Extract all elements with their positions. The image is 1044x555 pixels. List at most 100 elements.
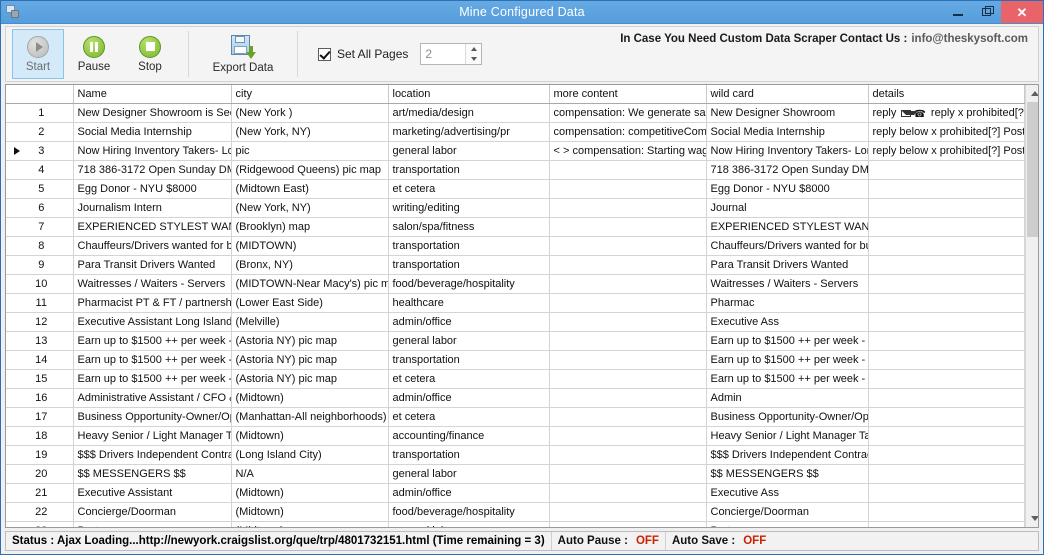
cell-more-content[interactable]: < > compensation: Starting wage 9.5... xyxy=(549,141,707,161)
table-row[interactable]: 5 Egg Donor - NYU $8000 (Midtown East) et c… xyxy=(6,179,1025,199)
scrollbar-track[interactable] xyxy=(1025,102,1038,510)
table-row[interactable]: 12 Executive Assistant Long Island Resi..… xyxy=(6,312,1025,332)
row-header[interactable]: 20 xyxy=(6,464,74,484)
cell-city[interactable]: (Astoria NY) pic map xyxy=(231,369,389,389)
cell-city[interactable]: (New York, NY) xyxy=(231,198,389,218)
cell-wild-card[interactable]: New Designer Showroom xyxy=(706,103,869,123)
cell-city[interactable]: (Long Island City) xyxy=(231,445,389,465)
cell-city[interactable]: (Midtown) xyxy=(231,388,389,408)
cell-details[interactable] xyxy=(868,502,1025,522)
row-header[interactable]: 9 xyxy=(6,255,74,275)
table-row[interactable]: 15 Earn up to $1500 ++ per week - Profe..… xyxy=(6,369,1025,389)
row-header[interactable]: 11 xyxy=(6,293,74,313)
cell-details[interactable] xyxy=(868,350,1025,370)
cell-more-content[interactable] xyxy=(549,426,707,446)
cell-name[interactable]: $$ MESSENGERS $$ xyxy=(73,464,232,484)
pages-increment-button[interactable] xyxy=(466,44,482,54)
table-row[interactable]: 22 Concierge/Doorman (Midtown) food/beverag… xyxy=(6,502,1025,522)
row-header[interactable]: 7 xyxy=(6,217,74,237)
cell-name[interactable]: Administrative Assistant / CFO & Gov... xyxy=(73,388,232,408)
cell-more-content[interactable] xyxy=(549,331,707,351)
cell-name[interactable]: Now Hiring Inventory Takers- Long Isl... xyxy=(73,141,232,161)
cell-location[interactable]: admin/office xyxy=(388,483,550,503)
row-header[interactable]: 2 xyxy=(6,122,74,142)
row-header[interactable]: 14 xyxy=(6,350,74,370)
cell-city[interactable]: (Midtown East) xyxy=(231,179,389,199)
cell-city[interactable]: (New York, NY) xyxy=(231,122,389,142)
cell-more-content[interactable] xyxy=(549,160,707,180)
table-row[interactable]: 19 $$$ Drivers Independent Contractors ..… xyxy=(6,445,1025,465)
cell-wild-card[interactable]: $$ MESSENGERS $$ xyxy=(706,464,869,484)
cell-location[interactable]: admin/office xyxy=(388,388,550,408)
cell-more-content[interactable] xyxy=(549,293,707,313)
cell-more-content[interactable] xyxy=(549,255,707,275)
cell-city[interactable]: (Astoria NY) pic map xyxy=(231,331,389,351)
table-row[interactable]: 23Porters(Midtown)general laborPorters xyxy=(6,521,1025,527)
cell-wild-card[interactable]: EXPERIENCED STYLEST WANTED xyxy=(706,217,869,237)
row-header[interactable]: 21 xyxy=(6,483,74,503)
row-header[interactable]: 13 xyxy=(6,331,74,351)
maximize-button[interactable] xyxy=(972,1,1001,23)
contact-email[interactable]: info@theskysoft.com xyxy=(911,33,1028,45)
cell-city[interactable]: (Midtown) xyxy=(231,502,389,522)
cell-name[interactable]: Journalism Intern xyxy=(73,198,232,218)
cell-location[interactable]: salon/spa/fitness xyxy=(388,217,550,237)
table-row[interactable]: 4718 386-3172 Open Sunday DMV D...(Ridge… xyxy=(6,160,1025,180)
table-row[interactable]: 20 $$ MESSENGERS $$ N/A general labor $$ MES… xyxy=(6,464,1025,484)
row-header[interactable]: 19 xyxy=(6,445,74,465)
cell-details[interactable] xyxy=(868,445,1025,465)
cell-more-content[interactable] xyxy=(549,369,707,389)
cell-location[interactable]: transportation xyxy=(388,236,550,256)
cell-more-content[interactable]: compensation: competitiveCompany ... xyxy=(549,122,707,142)
cell-details[interactable] xyxy=(868,198,1025,218)
cell-details[interactable] xyxy=(868,255,1025,275)
row-header[interactable]: 12 xyxy=(6,312,74,332)
cell-location[interactable]: transportation xyxy=(388,160,550,180)
cell-wild-card[interactable]: Social Media Internship xyxy=(706,122,869,142)
cell-location[interactable]: food/beverage/hospitality xyxy=(388,274,550,294)
cell-details[interactable] xyxy=(868,312,1025,332)
cell-location[interactable]: healthcare xyxy=(388,293,550,313)
cell-location[interactable]: et cetera xyxy=(388,369,550,389)
close-button[interactable]: ✕ xyxy=(1001,1,1043,23)
cell-more-content[interactable] xyxy=(549,312,707,332)
cell-more-content[interactable]: compensation: We generate sales for... xyxy=(549,103,707,123)
cell-details[interactable] xyxy=(868,369,1025,389)
cell-name[interactable]: Business Opportunity-Owner/Operato... xyxy=(73,407,232,427)
set-all-pages-checkbox[interactable] xyxy=(318,47,331,61)
cell-location[interactable]: general labor xyxy=(388,464,550,484)
cell-wild-card[interactable]: $$$ Drivers Independent Contractors ... xyxy=(706,445,869,465)
cell-location[interactable]: transportation xyxy=(388,255,550,275)
column-header-wild-card[interactable]: wild card xyxy=(706,85,869,104)
cell-more-content[interactable] xyxy=(549,274,707,294)
row-header[interactable]: 10 xyxy=(6,274,74,294)
cell-name[interactable]: $$$ Drivers Independent Contractors ... xyxy=(73,445,232,465)
column-header-name[interactable]: Name xyxy=(73,85,232,104)
cell-more-content[interactable] xyxy=(549,236,707,256)
cell-wild-card[interactable]: Egg Donor - NYU $8000 xyxy=(706,179,869,199)
column-header-more-content[interactable]: more content xyxy=(549,85,707,104)
cell-wild-card[interactable]: Now Hiring Inventory Takers- Long Isl... xyxy=(706,141,869,161)
column-header-location[interactable]: location xyxy=(388,85,550,104)
scroll-down-button[interactable] xyxy=(1025,510,1038,527)
cell-wild-card[interactable]: Para Transit Drivers Wanted xyxy=(706,255,869,275)
cell-details[interactable] xyxy=(868,407,1025,427)
pause-button[interactable]: Pause xyxy=(68,29,120,79)
start-button[interactable]: Start xyxy=(12,29,64,79)
cell-name[interactable]: Executive Assistant Long Island Resi... xyxy=(73,312,232,332)
cell-city[interactable]: N/A xyxy=(231,464,389,484)
table-row[interactable]: 6 Journalism Intern (New York, NY) writing/… xyxy=(6,198,1025,218)
cell-details[interactable] xyxy=(868,331,1025,351)
row-header[interactable]: 6 xyxy=(6,198,74,218)
table-row[interactable]: 18Heavy Senior / Light Manager Tax D...(… xyxy=(6,426,1025,446)
table-row[interactable]: 9 Para Transit Drivers Wanted (Bronx, NY) t… xyxy=(6,255,1025,275)
row-header[interactable]: 17 xyxy=(6,407,74,427)
cell-city[interactable]: (MIDTOWN) xyxy=(231,236,389,256)
table-row[interactable]: 10 Waitresses / Waiters - Servers (MIDTOWN… xyxy=(6,274,1025,294)
cell-city[interactable]: (Astoria NY) pic map xyxy=(231,350,389,370)
cell-location[interactable]: admin/office xyxy=(388,312,550,332)
cell-details[interactable] xyxy=(868,236,1025,256)
column-header-details[interactable]: details xyxy=(868,85,1025,104)
cell-more-content[interactable] xyxy=(549,464,707,484)
pages-input[interactable] xyxy=(421,44,466,64)
